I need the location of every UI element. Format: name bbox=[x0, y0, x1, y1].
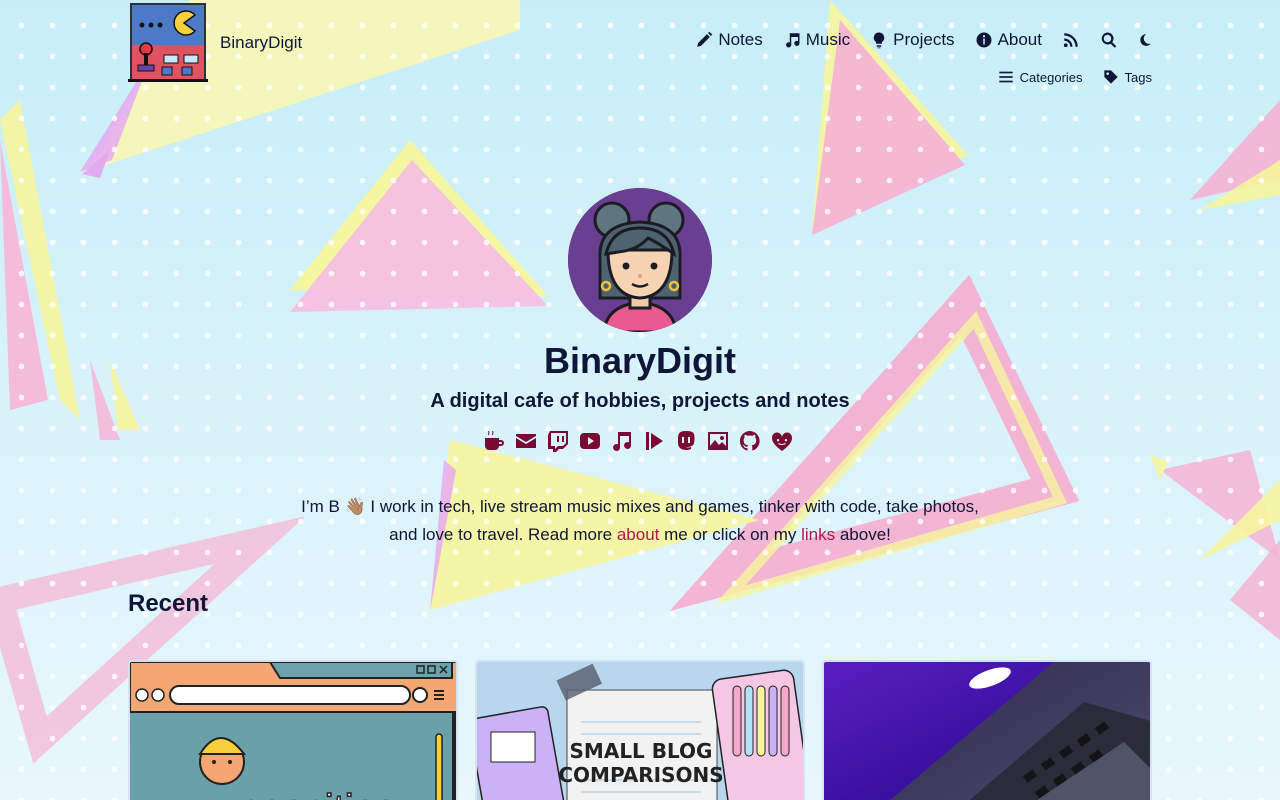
social-github[interactable] bbox=[738, 429, 762, 453]
social-coffee[interactable] bbox=[482, 429, 506, 453]
nav-categories[interactable]: Categories bbox=[998, 69, 1083, 85]
hero-subtitle: A digital cafe of hobbies, projects and … bbox=[430, 390, 850, 412]
social-mastodon[interactable] bbox=[674, 429, 698, 453]
main-content: BinaryDigit A digital cafe of hobbies, p… bbox=[0, 0, 1280, 800]
site-name-link[interactable]: BinaryDigit bbox=[220, 33, 302, 53]
lightbulb-icon bbox=[873, 32, 885, 49]
nav-music-label: Music bbox=[805, 30, 851, 49]
primary-nav: Notes Music Projects About bbox=[695, 30, 1152, 50]
search-icon bbox=[1101, 32, 1117, 48]
nav-about[interactable]: About bbox=[975, 30, 1042, 50]
social-play[interactable] bbox=[642, 429, 666, 453]
nav-music[interactable]: Music bbox=[783, 30, 850, 50]
image-icon bbox=[708, 432, 728, 450]
blog-comparisons-card[interactable]: SMALL BLOG COMPARISONS bbox=[475, 660, 805, 800]
coffee-icon bbox=[485, 431, 504, 450]
nav-about-label: About bbox=[997, 30, 1042, 49]
nav-tags[interactable]: Tags bbox=[1103, 69, 1152, 85]
mastodon-icon bbox=[678, 431, 695, 450]
intro-text: I’m B 👋🏽 I work in tech, live stream mus… bbox=[300, 493, 980, 549]
links-link[interactable]: links bbox=[801, 525, 835, 544]
social-music[interactable] bbox=[610, 429, 634, 453]
moon-icon bbox=[1140, 34, 1151, 46]
site-logo[interactable] bbox=[128, 1, 208, 83]
social-twitch[interactable] bbox=[546, 429, 570, 453]
hero-title: BinaryDigit bbox=[543, 340, 737, 381]
rss-link[interactable] bbox=[1062, 31, 1080, 49]
social-photos[interactable] bbox=[706, 429, 730, 453]
recent-cards: neocities SMALL BLOG COMPARISONS bbox=[128, 660, 1152, 800]
neocities-text: neocities bbox=[238, 787, 396, 800]
nav-notes-label: Notes bbox=[718, 30, 763, 49]
pencil-icon bbox=[697, 31, 713, 47]
music-note-icon bbox=[785, 33, 800, 48]
tag-icon bbox=[1103, 70, 1118, 84]
avatar bbox=[568, 188, 712, 332]
nav-tags-label: Tags bbox=[1124, 69, 1152, 85]
music-icon bbox=[613, 432, 632, 451]
youtube-icon bbox=[580, 433, 600, 449]
twitch-icon bbox=[548, 431, 568, 452]
social-links bbox=[482, 427, 802, 455]
rss-icon bbox=[1063, 33, 1078, 48]
social-youtube[interactable] bbox=[578, 429, 602, 453]
search-button[interactable] bbox=[1100, 31, 1118, 49]
info-icon bbox=[976, 32, 992, 48]
theme-toggle[interactable] bbox=[1138, 33, 1152, 47]
nav-notes[interactable]: Notes bbox=[695, 30, 763, 50]
neocities-card[interactable]: neocities bbox=[128, 660, 458, 800]
nav-categories-label: Categories bbox=[1019, 69, 1083, 85]
social-heart[interactable] bbox=[770, 429, 794, 453]
nav-projects-label: Projects bbox=[893, 30, 955, 49]
play-icon bbox=[646, 432, 663, 450]
github-icon bbox=[739, 430, 760, 451]
list-icon bbox=[998, 71, 1013, 83]
social-email[interactable] bbox=[514, 429, 538, 453]
intro-part2: me or click on my bbox=[659, 525, 802, 544]
intro-part3: above! bbox=[835, 525, 891, 544]
laptop-card[interactable] bbox=[822, 660, 1152, 800]
site-header: BinaryDigit Notes Music Projects About C… bbox=[0, 0, 1280, 100]
about-link[interactable]: about bbox=[617, 525, 660, 544]
email-icon bbox=[516, 434, 536, 448]
secondary-nav: Categories Tags bbox=[998, 69, 1152, 85]
smile-heart-icon bbox=[771, 432, 793, 451]
nav-projects[interactable]: Projects bbox=[870, 30, 955, 50]
recent-heading: Recent bbox=[128, 590, 209, 617]
card-title-line2: COMPARISONS bbox=[558, 763, 723, 787]
card-title-line1: SMALL BLOG bbox=[570, 739, 713, 763]
